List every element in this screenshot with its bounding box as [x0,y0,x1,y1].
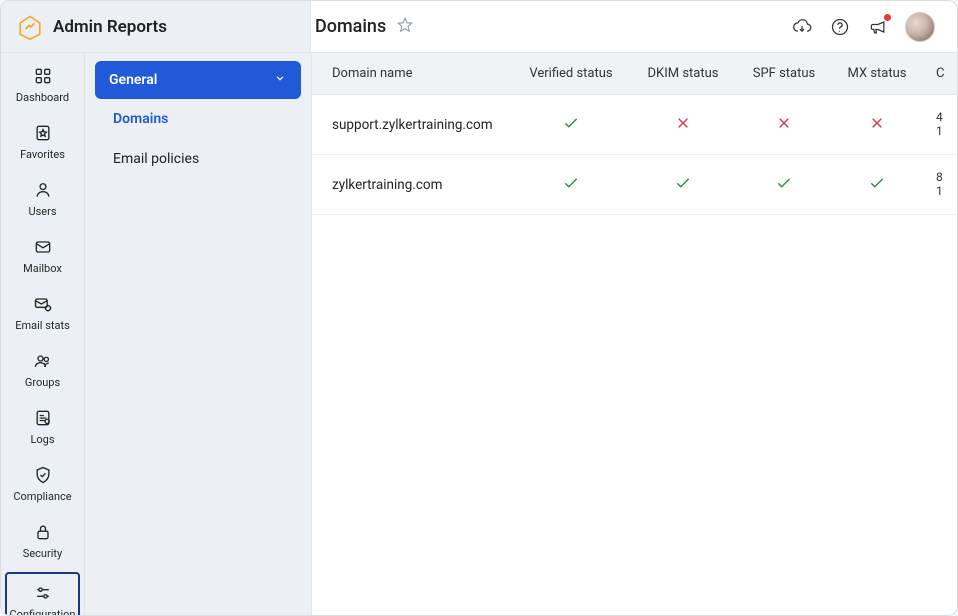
cell-domain-name: support.zylkertraining.com [312,117,512,133]
nav-item-email-stats[interactable]: Email stats [1,285,84,342]
check-icon [562,174,580,196]
nav-item-users[interactable]: Users [1,171,84,228]
announce-icon[interactable] [867,16,889,38]
primary-nav: Dashboard Favorites Users Mailbox Email … [1,53,85,615]
nav-item-label: Compliance [13,490,71,503]
user-icon [32,179,54,201]
table-row[interactable]: zylkertraining.com 8 1 [312,155,957,215]
cell-dkim [630,115,736,135]
nav-item-mailbox[interactable]: Mailbox [1,228,84,285]
nav-item-label: Mailbox [23,262,62,275]
nav-item-favorites[interactable]: Favorites [1,114,84,171]
nav-item-label: Security [23,547,62,560]
shield-check-icon [32,464,54,486]
nav-item-label: Logs [30,433,54,446]
brand-title: Admin Reports [53,17,167,37]
sidebar-item-label: Domains [113,111,168,127]
sidebar-item-label: Email policies [113,151,199,167]
check-icon [562,114,580,136]
cross-icon [869,115,885,135]
cell-domain-name: zylkertraining.com [312,177,512,193]
nav-item-compliance[interactable]: Compliance [1,456,84,513]
sidebar-group-general[interactable]: General [95,61,301,99]
col-catch[interactable]: C [922,66,952,81]
cell-verified [512,174,630,196]
sliders-icon [32,582,54,604]
cell-edge: 8 1 [922,171,952,197]
cell-dkim [630,174,736,196]
cross-icon [776,115,792,135]
brand-logo-icon [17,14,43,40]
avatar[interactable] [905,12,935,42]
check-icon [674,174,692,196]
col-dkim[interactable]: DKIM status [630,66,736,81]
sidebar-group-label: General [109,72,157,88]
cross-icon [675,115,691,135]
notification-dot [884,14,891,21]
sidebar: General Domains Email policies [85,53,311,615]
nav-item-label: Email stats [15,319,70,332]
table-header: Domain name Verified status DKIM status … [312,53,957,95]
nav-item-label: Favorites [20,148,65,161]
brand: Admin Reports [1,1,311,52]
star-badge-icon [32,122,54,144]
lock-icon [32,521,54,543]
cell-edge: 4 1 [922,111,952,137]
cell-mx [832,174,922,196]
nav-item-label: Groups [25,376,60,389]
sidebar-item-domains[interactable]: Domains [95,99,301,139]
check-icon [775,174,793,196]
group-icon [32,350,54,372]
favorite-star-icon[interactable] [396,16,414,38]
nav-item-dashboard[interactable]: Dashboard [1,57,84,114]
chevron-down-icon [273,71,287,89]
nav-item-groups[interactable]: Groups [1,342,84,399]
nav-item-security[interactable]: Security [1,513,84,570]
col-mx[interactable]: MX status [832,66,922,81]
col-spf[interactable]: SPF status [736,66,832,81]
logs-icon [32,407,54,429]
domains-table: Domain name Verified status DKIM status … [312,53,957,615]
help-icon[interactable] [829,16,851,38]
cell-spf [736,115,832,135]
main-content: Domain name Verified status DKIM status … [311,53,957,615]
check-icon [868,174,886,196]
page-title: Domains [315,16,386,37]
cell-verified [512,114,630,136]
cell-mx [832,115,922,135]
nav-item-label: Users [28,205,56,218]
table-row[interactable]: support.zylkertraining.com 4 1 [312,95,957,155]
sidebar-item-email-policies[interactable]: Email policies [95,139,301,179]
nav-item-label: Configuration [10,608,76,616]
nav-item-logs[interactable]: Logs [1,399,84,456]
col-verified[interactable]: Verified status [512,66,630,81]
cell-spf [736,174,832,196]
nav-item-label: Dashboard [16,91,69,104]
nav-item-configuration[interactable]: Configuration [5,572,80,616]
mail-icon [32,236,54,258]
mail-gear-icon [32,293,54,315]
grid-icon [32,65,54,87]
col-domain-name[interactable]: Domain name [312,66,512,81]
download-icon[interactable] [791,16,813,38]
